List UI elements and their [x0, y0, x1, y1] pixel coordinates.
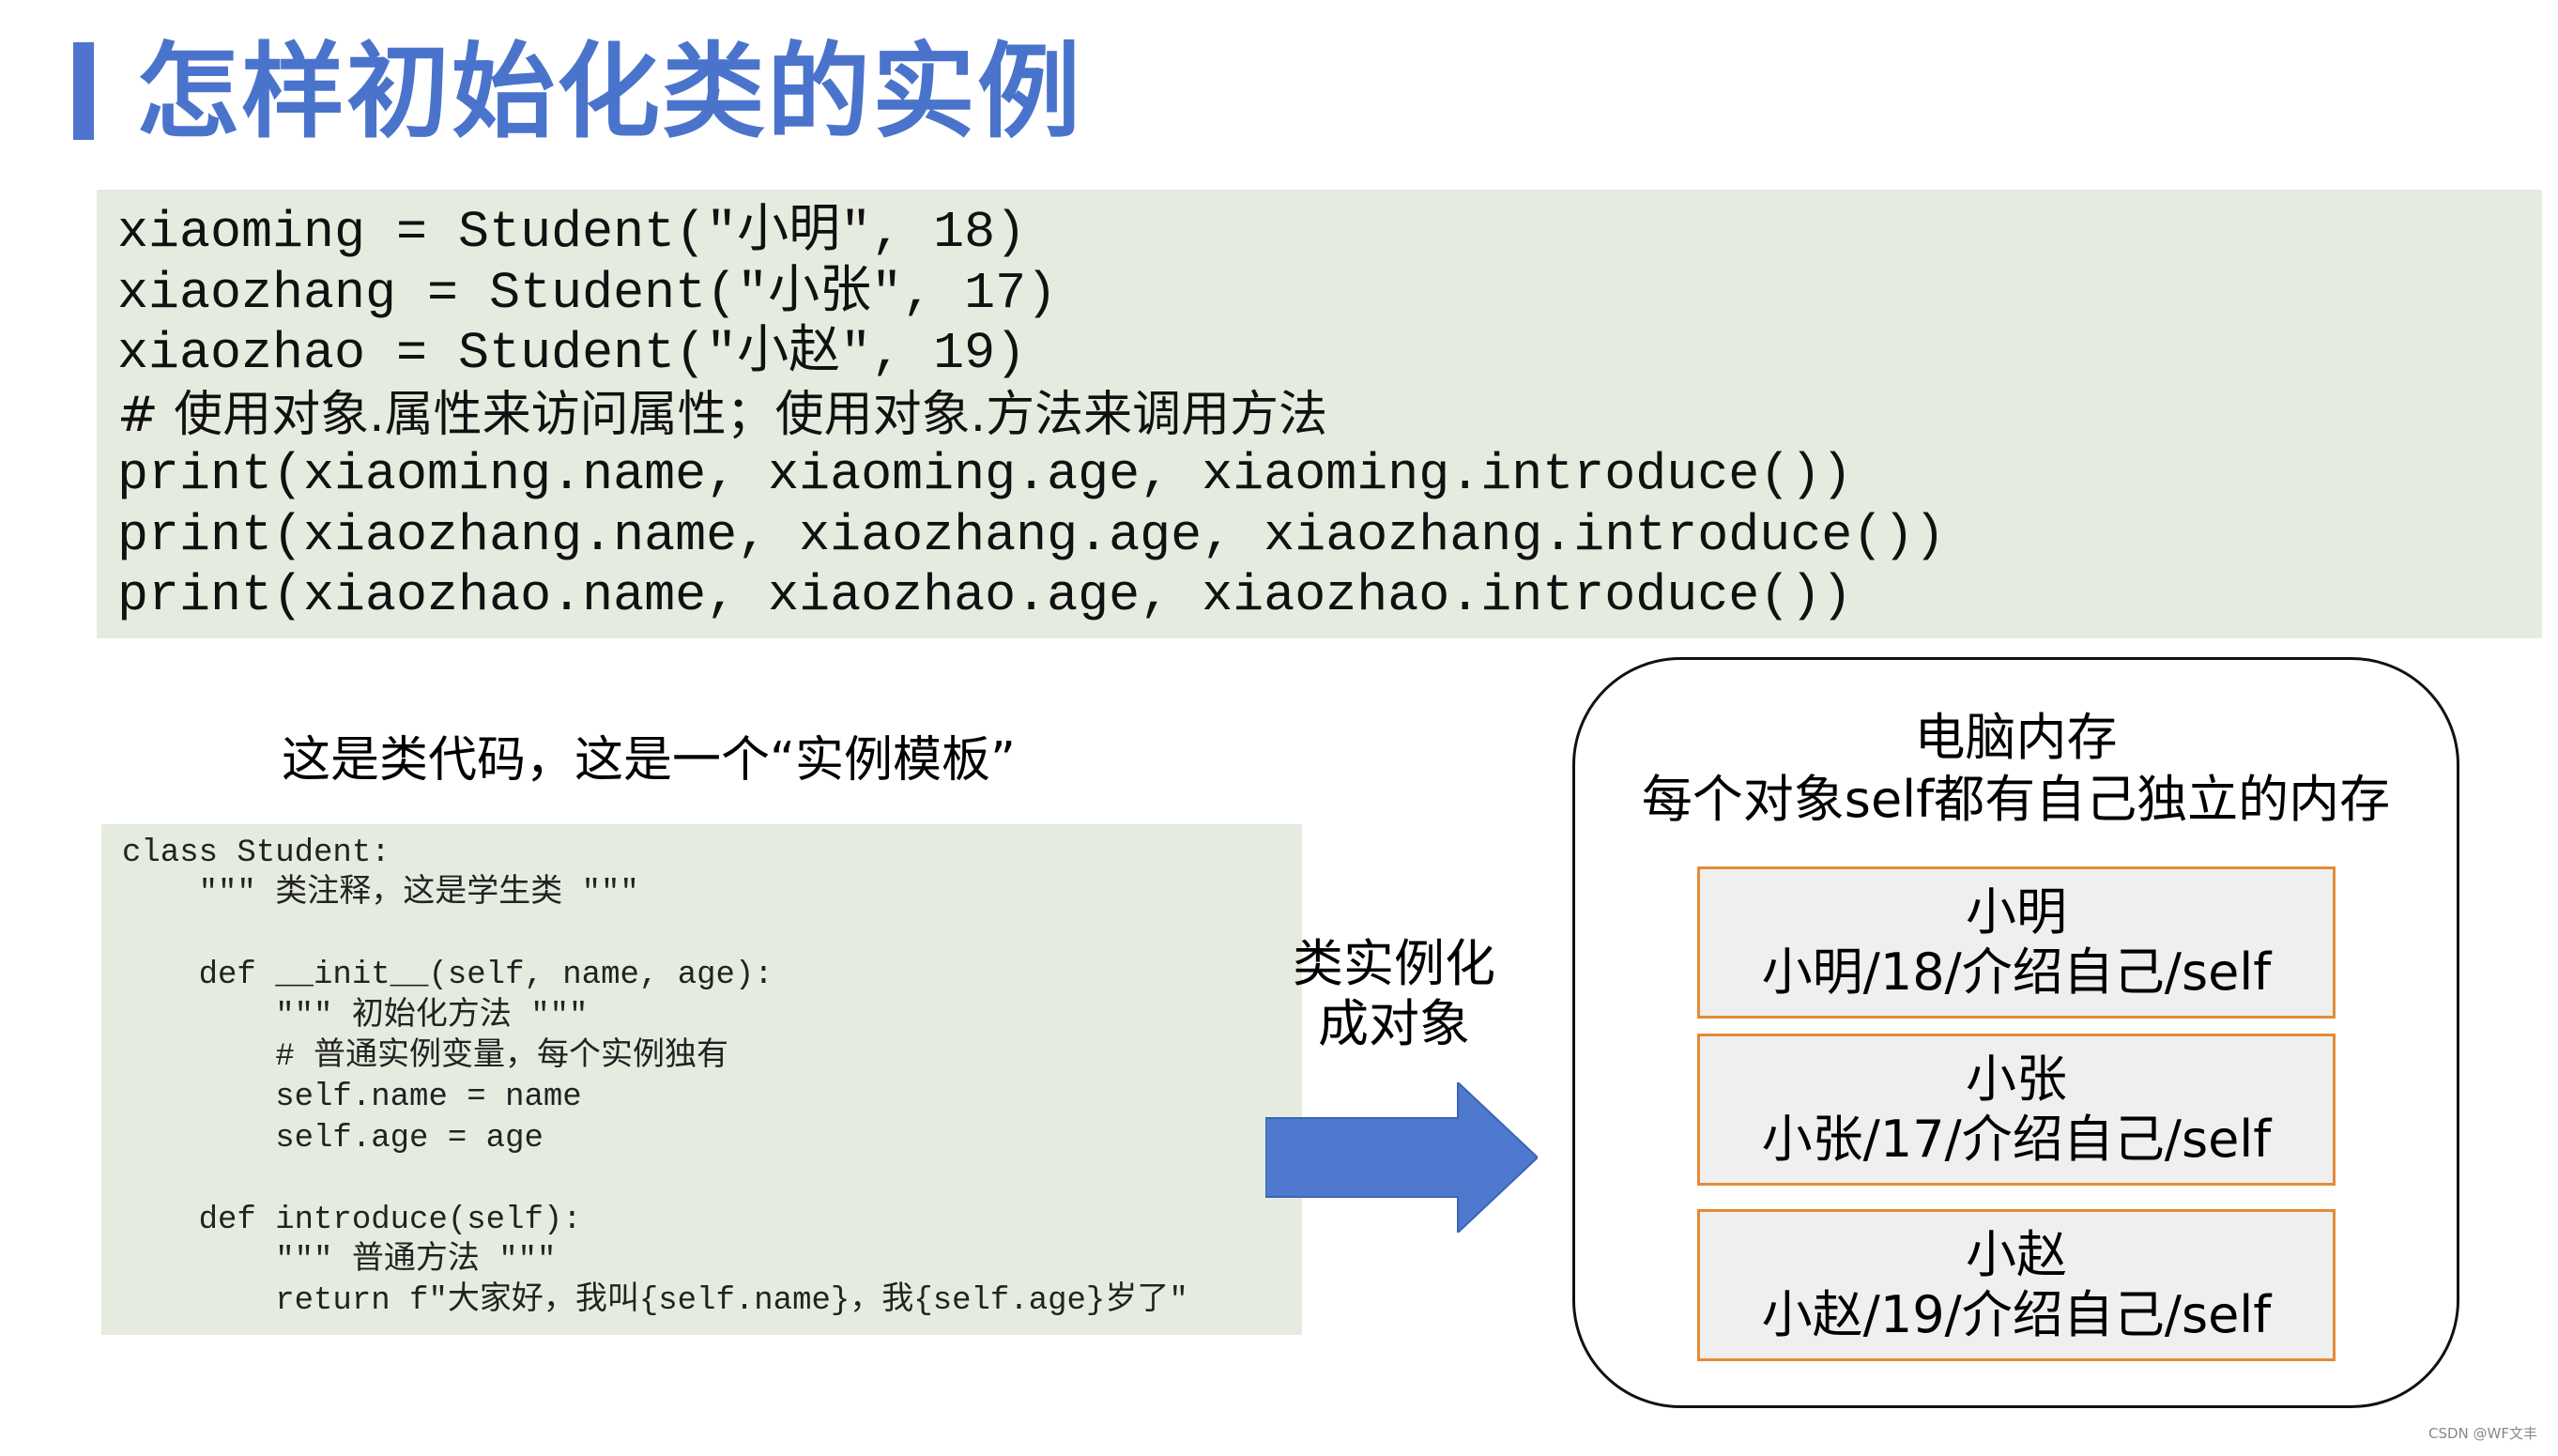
object-memory-xiaozhang: 小张 小张/17/介绍自己/self: [1697, 1034, 2336, 1186]
code-line: print(xiaoming.name, xiaoming.age, xiaom…: [117, 445, 1853, 504]
instantiation-label-line1: 类实例化: [1293, 934, 1495, 993]
code-line: self.name = name: [122, 1080, 582, 1116]
code-line: print(xiaozhao.name, xiaozhao.age, xiaoz…: [117, 566, 1853, 625]
code-line: self.age = age: [122, 1120, 544, 1157]
object-detail: 小赵/19/介绍自己/self: [1761, 1285, 2272, 1344]
object-name: 小赵: [1966, 1225, 2067, 1284]
code-line: def __init__(self, name, age):: [122, 958, 774, 994]
code-line: """ 普通方法 """: [122, 1242, 557, 1279]
instantiation-label-line2: 成对象: [1318, 994, 1470, 1053]
memory-title-line1: 电脑内存: [1914, 708, 2118, 767]
class-code-block: class Student: """ 类注释，这是学生类 """ def __i…: [101, 824, 1302, 1335]
object-name: 小明: [1966, 882, 2067, 942]
code-line: """ 类注释，这是学生类 """: [122, 876, 639, 912]
memory-title-line2: 每个对象self都有自己独立的内存: [1641, 770, 2391, 829]
object-memory-xiaoming: 小明 小明/18/介绍自己/self: [1697, 866, 2336, 1019]
object-memory-xiaozhao: 小赵 小赵/19/介绍自己/self: [1697, 1209, 2336, 1361]
class-template-caption: 这是类代码，这是一个“实例模板”: [282, 732, 1016, 789]
code-line: xiaozhao = Student("小赵", 19): [117, 324, 1027, 383]
code-line: print(xiaozhang.name, xiaozhang.age, xia…: [117, 505, 1946, 565]
object-detail: 小张/17/介绍自己/self: [1761, 1110, 2272, 1169]
right-arrow-icon: [1265, 1082, 1538, 1233]
code-line: return f"大家好，我叫{self.name}，我{self.age}岁了…: [122, 1283, 1188, 1320]
code-comment-line: # 使用对象.属性来访问属性；使用对象.方法来调用方法: [117, 386, 1328, 443]
code-line: class Student:: [122, 835, 391, 871]
code-line: xiaozhang = Student("小张", 17): [117, 263, 1058, 323]
memory-title: 电脑内存 每个对象self都有自己独立的内存: [1575, 707, 2457, 831]
watermark: CSDN @WF文丰: [2428, 1425, 2537, 1442]
memory-panel: 电脑内存 每个对象self都有自己独立的内存 小明 小明/18/介绍自己/sel…: [1572, 657, 2459, 1408]
code-line: """ 初始化方法 """: [122, 998, 589, 1035]
instance-code-block: xiaoming = Student("小明", 18) xiaozhang =…: [97, 190, 2542, 638]
title-accent-bar: [73, 42, 94, 140]
code-line: def introduce(self):: [122, 1202, 582, 1238]
code-line: xiaoming = Student("小明", 18): [117, 203, 1027, 262]
page-title: 怎样初始化类的实例: [136, 32, 1082, 152]
object-detail: 小明/18/介绍自己/self: [1761, 943, 2272, 1002]
code-line: # 普通实例变量，每个实例独有: [122, 1038, 729, 1075]
object-name: 小张: [1966, 1050, 2067, 1109]
instantiation-label: 类实例化 成对象: [1258, 934, 1530, 1054]
